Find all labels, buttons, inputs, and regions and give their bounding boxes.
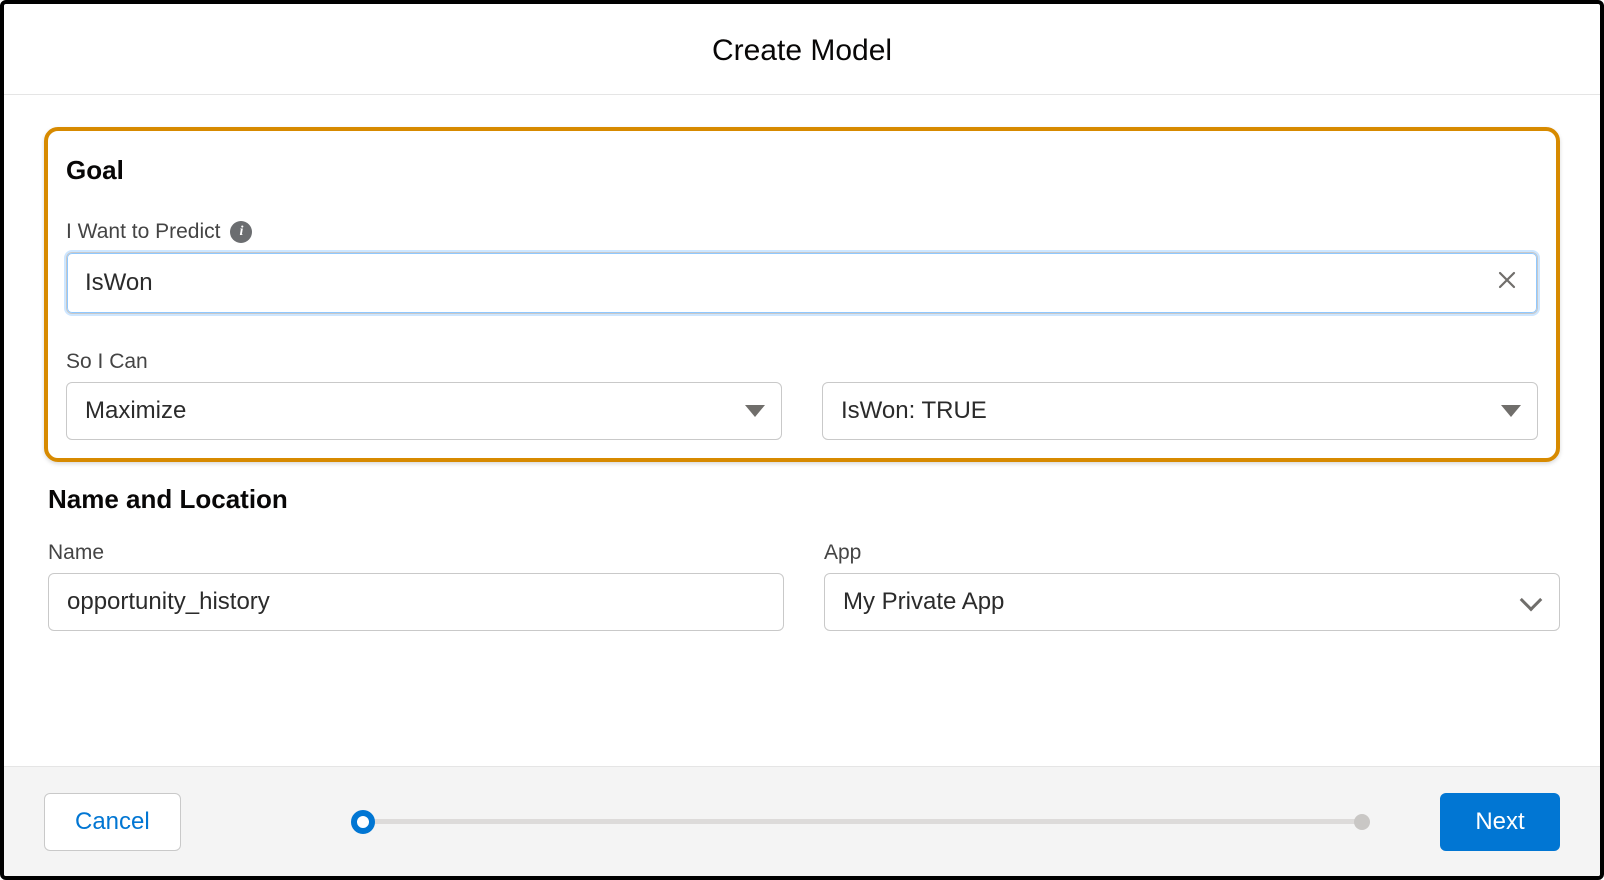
dialog-header: Create Model — [4, 4, 1600, 95]
target-select[interactable]: IsWon: TRUE — [822, 382, 1538, 440]
dialog-footer: Cancel Next — [4, 766, 1600, 876]
progress-future-step-icon — [1354, 814, 1370, 830]
so-i-can-row: Maximize IsWon: TRUE — [66, 382, 1538, 440]
caret-down-icon — [745, 405, 765, 417]
target-value: IsWon: TRUE — [841, 397, 1501, 425]
create-model-dialog: Create Model Goal I Want to Predict i Is… — [0, 0, 1604, 880]
predict-label-row: I Want to Predict i — [66, 220, 1538, 244]
name-loc-section-title: Name and Location — [44, 484, 1560, 515]
wizard-progress — [351, 802, 1370, 842]
predict-value: IsWon — [85, 269, 1491, 297]
next-button[interactable]: Next — [1440, 793, 1560, 851]
action-select[interactable]: Maximize — [66, 382, 782, 440]
dialog-title: Create Model — [4, 34, 1600, 68]
progress-current-step-icon — [351, 810, 375, 834]
app-label: App — [824, 541, 1560, 565]
predict-label: I Want to Predict — [66, 220, 220, 244]
clear-icon[interactable] — [1491, 263, 1523, 303]
goal-section-highlight: Goal I Want to Predict i IsWon So I Can … — [44, 127, 1560, 462]
name-loc-row: Name App My Private App — [44, 541, 1560, 631]
info-icon[interactable]: i — [230, 221, 252, 243]
app-select[interactable]: My Private App — [824, 573, 1560, 631]
predict-field[interactable]: IsWon — [66, 252, 1538, 314]
name-label: Name — [48, 541, 784, 565]
so-i-can-label: So I Can — [66, 350, 1538, 374]
name-input[interactable] — [48, 573, 784, 631]
cancel-button[interactable]: Cancel — [44, 793, 181, 851]
caret-down-icon — [1501, 405, 1521, 417]
action-value: Maximize — [85, 397, 745, 425]
chevron-down-icon — [1520, 589, 1543, 612]
progress-track — [363, 819, 1358, 824]
app-value: My Private App — [843, 588, 1523, 616]
dialog-content: Goal I Want to Predict i IsWon So I Can … — [4, 95, 1600, 766]
goal-section-title: Goal — [66, 155, 1538, 186]
